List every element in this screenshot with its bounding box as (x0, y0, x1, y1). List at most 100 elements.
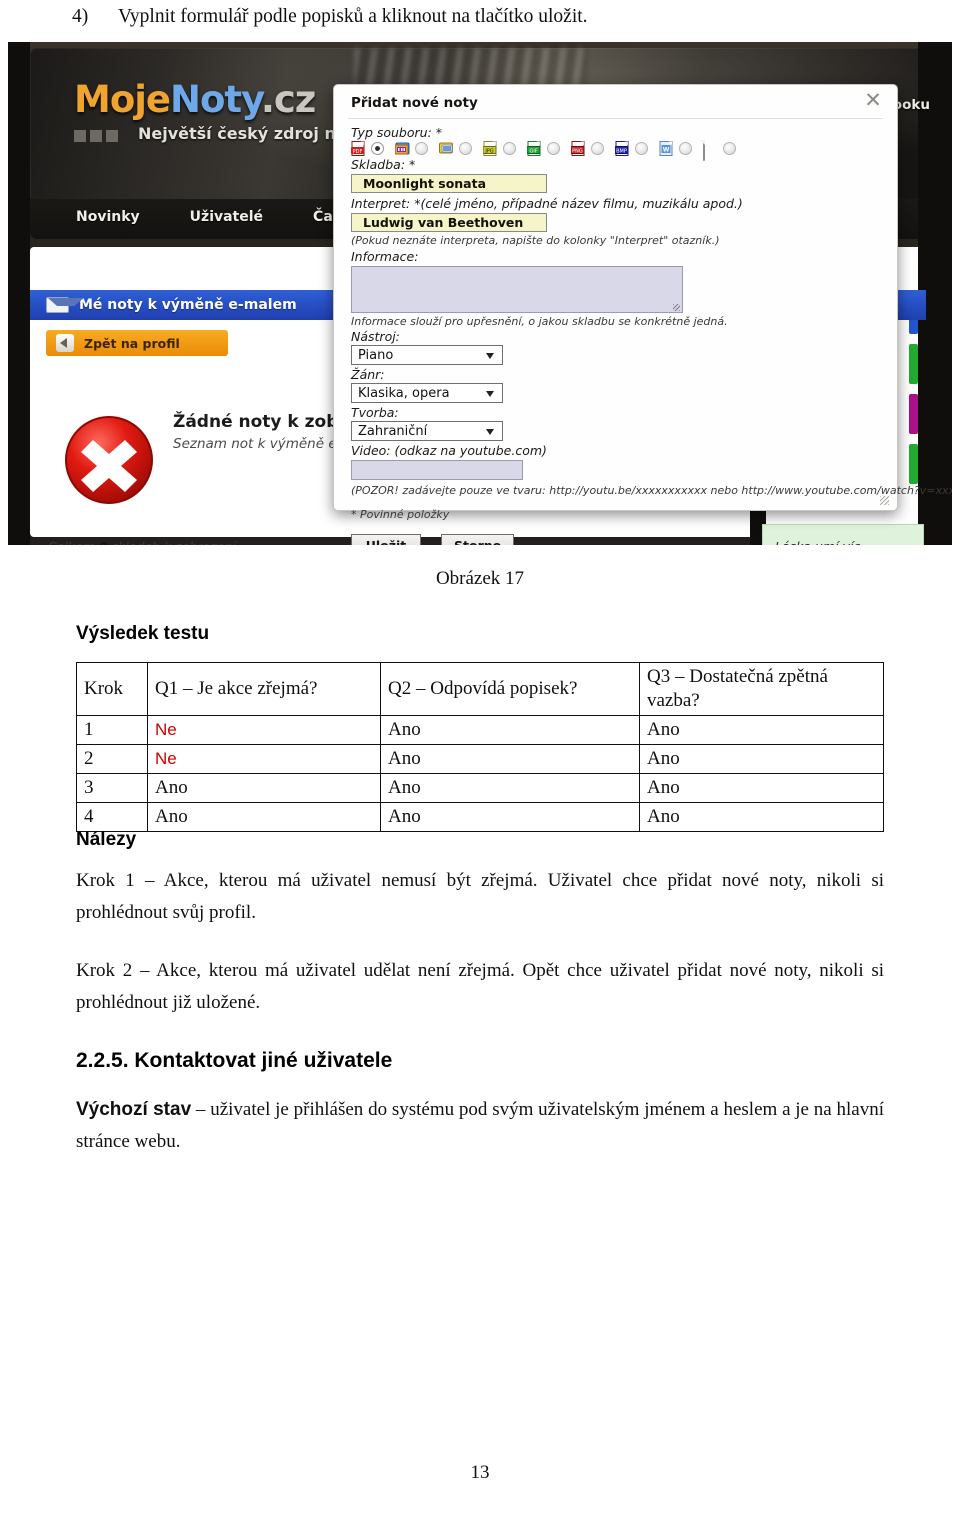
nastroj-value: Piano (358, 347, 394, 363)
col-header-krok: Krok (76, 662, 148, 716)
nav-item-uzivatele[interactable]: Uživatelé (190, 209, 263, 225)
error-cross-icon (65, 416, 153, 504)
zanr-select[interactable]: Klasika, opera (351, 383, 503, 403)
total-suffix: skladeb k zobrazení. (108, 539, 240, 545)
radio-jpg[interactable] (503, 142, 516, 155)
logo-squares-decoration (74, 130, 118, 142)
radio-doc[interactable] (679, 142, 692, 155)
dialog-title: Přidat nové noty (351, 95, 478, 111)
interpret-input[interactable]: Ludwig van Beethoven (351, 213, 547, 232)
table-row: 1 Ne Ano Ano (76, 715, 884, 745)
cell-q3: Ano (639, 715, 884, 745)
word-doc-icon: W (659, 141, 674, 156)
png-icon: PNG (570, 141, 586, 156)
table-row: 3 Ano Ano Ano (76, 773, 884, 803)
col-header-q3: Q3 – Dostatečná zpětná vazba? (639, 662, 884, 716)
close-icon[interactable]: ✕ (863, 90, 883, 111)
cell-krok: 1 (76, 715, 148, 745)
label-skladba: Skladba: * (351, 157, 416, 172)
chevron-down-icon (486, 353, 494, 359)
radio-bmp[interactable] (635, 142, 648, 155)
cell-krok: 4 (76, 802, 148, 832)
svg-text:PDF: PDF (353, 149, 363, 155)
label-zanr: Žánr: (351, 367, 385, 382)
radio-gif[interactable] (547, 142, 560, 155)
color-tab-green-2[interactable] (909, 444, 918, 484)
bmp-icon: BMP (614, 141, 630, 156)
results-table: Krok Q1 – Je akce zřejmá? Q2 – Odpovídá … (76, 662, 884, 832)
dark-stripe-left (8, 42, 30, 545)
informace-textarea[interactable] (351, 266, 683, 313)
logo-part-cz: .cz (260, 78, 317, 121)
logo-part-moje: Moje (74, 78, 171, 121)
svg-text:PNG: PNG (572, 148, 583, 154)
initial-state-label: Výchozí stav (76, 1099, 192, 1120)
chevron-down-icon (486, 429, 494, 435)
total-prefix: Celkem (48, 539, 99, 545)
site-tagline: Největší český zdroj not (138, 124, 355, 143)
cancel-button[interactable]: Storno (441, 534, 515, 545)
page-number: 13 (470, 1462, 490, 1483)
total-count: 0 (99, 539, 108, 545)
cell-q2: Ano (380, 773, 640, 803)
cell-q1: Ne (147, 715, 381, 745)
step-text: Vyplnit formulář podle popisků a kliknou… (118, 6, 588, 27)
cell-q3: Ano (639, 802, 884, 832)
label-interpret: Interpret: *(celé jméno, případné název … (351, 196, 743, 211)
cell-q3: Ano (639, 744, 884, 774)
results-heading: Výsledek testu (76, 623, 210, 644)
nav-item-novinky[interactable]: Novinky (76, 209, 140, 225)
svg-text:W: W (663, 147, 670, 154)
pdf-icon: PDF (351, 141, 366, 156)
label-video: Video: (odkaz na youtube.com) (351, 443, 547, 458)
back-arrow-icon (56, 334, 74, 352)
file-type-radio-group: PDF JPG GIF PNG BMP W (351, 140, 883, 161)
back-to-profile-label: Zpět na profil (84, 335, 180, 351)
resize-grip-icon[interactable] (880, 496, 889, 505)
step-number: 4) (72, 6, 89, 27)
color-tab-green-1[interactable] (909, 344, 918, 384)
dialog-title-divider (348, 118, 883, 119)
col-header-q2: Q2 – Odpovídá popisek? (380, 662, 640, 716)
screenshot-figure: MojeNoty.cz Největší český zdroj not Nov… (8, 42, 952, 545)
color-tab-strip (909, 294, 918, 484)
label-informace: Informace: (351, 249, 419, 264)
radio-png[interactable] (591, 142, 604, 155)
step-instruction: 4) Vyplnit formulář podle popisků a klikn… (72, 4, 932, 30)
cell-q1: Ne (147, 744, 381, 774)
table-row: 2 Ne Ano Ano (76, 744, 884, 774)
color-tab-magenta[interactable] (909, 394, 918, 434)
initial-state-text: – uživatel je přihlášen do systému pod s… (76, 1099, 884, 1152)
cell-q2: Ano (380, 715, 640, 745)
col-header-q1: Q1 – Je akce zřejmá? (147, 662, 381, 716)
note-informace: Informace slouží pro upřesnění, o jakou … (351, 315, 728, 328)
video-url-input[interactable] (351, 460, 523, 480)
cell-krok: 2 (76, 744, 148, 774)
radio-pdf[interactable] (371, 142, 384, 155)
chevron-down-icon (486, 391, 494, 397)
add-notes-dialog: Přidat nové noty ✕ Typ souboru: * PDF JP… (333, 84, 952, 545)
radio-tif[interactable] (459, 142, 472, 155)
site-logo[interactable]: MojeNoty.cz (74, 78, 317, 121)
cell-q2: Ano (380, 802, 640, 832)
radio-midi[interactable] (415, 142, 428, 155)
skladba-input[interactable]: Moonlight sonata (351, 174, 547, 193)
figure-caption: Obrázek 17 (435, 568, 525, 589)
nastroj-select[interactable]: Piano (351, 345, 503, 365)
total-count-line: Celkem 0 skladeb k zobrazení. (48, 539, 240, 545)
svg-text:BMP: BMP (616, 148, 627, 154)
midi-icon (394, 141, 410, 156)
label-tvorba: Tvorba: (351, 405, 399, 420)
cell-q1: Ano (147, 802, 381, 832)
save-button[interactable]: Uložit (351, 534, 421, 545)
svg-text:JPG: JPG (484, 148, 493, 154)
tvorba-value: Zahraniční (358, 423, 428, 439)
tif-icon (439, 141, 454, 156)
findings-paragraph-2: Krok 2 – Akce, kterou má uživatel udělat… (76, 960, 884, 1013)
cell-krok: 3 (76, 773, 148, 803)
tvorba-select[interactable]: Zahraniční (351, 421, 503, 441)
back-to-profile-button[interactable]: Zpět na profil (46, 330, 228, 356)
section-paragraph: Výchozí stav – uživatel je přihlášen do … (76, 1094, 884, 1158)
jpg-icon: JPG (482, 141, 498, 156)
radio-other[interactable] (723, 142, 736, 155)
